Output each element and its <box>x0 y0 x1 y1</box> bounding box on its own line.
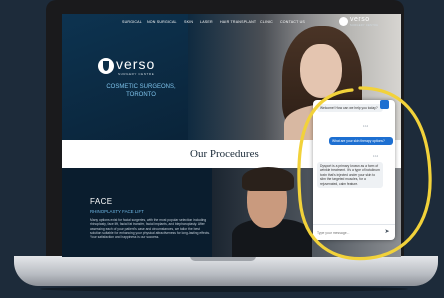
face-section-subtitle[interactable]: RHINOPLASTY FACE LIFT <box>90 209 144 214</box>
nav-item-non-surgical[interactable]: NON SURGICAL <box>147 20 177 24</box>
hero-title-line1: COSMETIC SURGEONS, <box>106 84 176 90</box>
chat-widget: Welcome! How can we help you today? 1:12… <box>313 100 395 240</box>
hero-logo: verso SURGERY CENTRE COSMETIC SURGEONS, … <box>92 56 192 116</box>
chat-message-input[interactable] <box>317 229 381 237</box>
chat-minimize-button[interactable] <box>380 100 389 109</box>
nav-logo[interactable]: verso SURGERY CENTRE <box>339 16 379 30</box>
nav-item-contact-us[interactable]: CONTACT US <box>280 20 305 24</box>
laptop-shadow <box>40 286 408 292</box>
hero-title-line2: TORONTO <box>126 92 156 98</box>
top-nav: SURGICAL NON SURGICAL SKIN LASER HAIR TR… <box>62 16 401 30</box>
model-hair-male <box>242 167 294 191</box>
hero-logo-name: verso <box>116 56 156 72</box>
nav-logo-name: verso <box>350 16 370 23</box>
nav-item-skin[interactable]: SKIN <box>184 20 193 24</box>
chat-timestamp: 1:12 <box>373 155 379 158</box>
logo-mark-icon <box>339 17 348 26</box>
chat-user-message: What are your skin therapy options? <box>329 137 393 146</box>
nav-logo-sub: SURGERY CENTRE <box>350 24 379 27</box>
face-section-title: FACE <box>90 197 113 206</box>
chat-bot-message: Welcome! How can we help you today? <box>317 104 383 113</box>
chat-timestamp: 1:12 <box>363 125 369 128</box>
nav-item-surgical[interactable]: SURGICAL <box>122 20 142 24</box>
chat-input-row: ➤ <box>313 224 395 240</box>
face-section-body: Many options exist for facial surgeries,… <box>90 218 210 240</box>
procedures-title: Our Procedures <box>190 148 259 160</box>
nav-item-clinic[interactable]: CLINIC <box>260 20 273 24</box>
hero-logo-sub: SURGERY CENTRE <box>118 72 155 76</box>
model-face <box>300 44 342 98</box>
nav-item-hair-transplant[interactable]: HAIR TRANSPLANT <box>220 20 256 24</box>
nav-item-laser[interactable]: LASER <box>200 20 213 24</box>
logo-mark-icon <box>98 58 114 74</box>
send-icon[interactable]: ➤ <box>383 228 391 237</box>
chat-bot-reply: Dysport is a primary known as a form of … <box>317 162 383 189</box>
